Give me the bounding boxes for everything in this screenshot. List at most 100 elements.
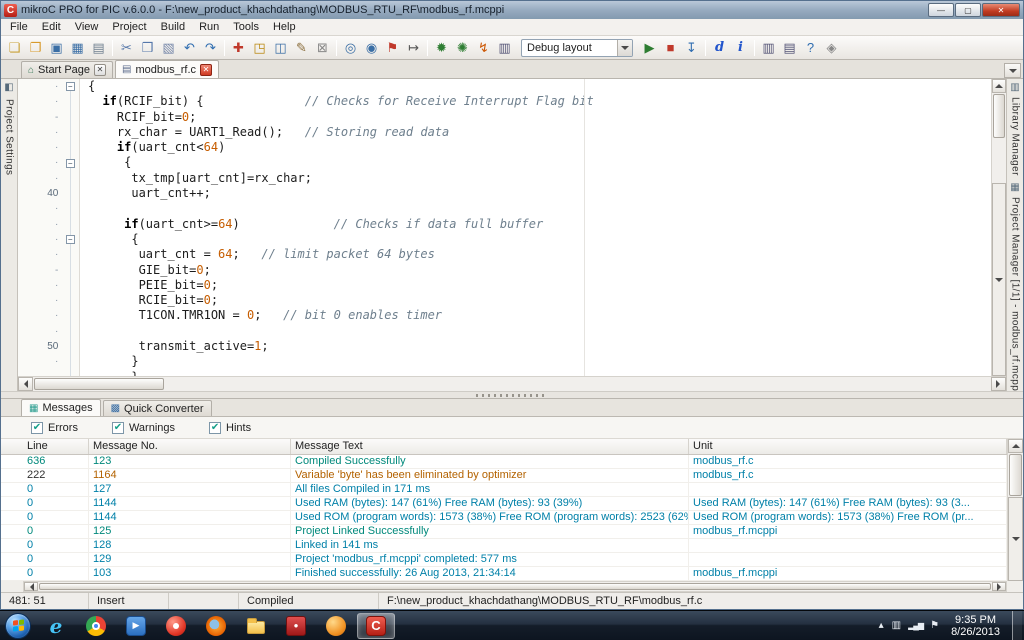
tab-modbus-rf-c[interactable]: ▤ modbus_rf.c ✕ <box>115 60 219 78</box>
taskbar-chrome[interactable] <box>77 613 115 639</box>
show-desktop-button[interactable] <box>1012 611 1022 640</box>
hidden-icons-chevron-icon[interactable]: ▴ <box>879 621 884 631</box>
fold-toggle-icon[interactable]: − <box>66 235 75 244</box>
copy-button[interactable]: ❒ <box>137 38 158 58</box>
run-debugger-button[interactable]: ▶ <box>639 38 660 58</box>
message-row[interactable]: 0127All files Compiled in 171 ms <box>1 483 1007 497</box>
network-icon[interactable]: ▂▄▆ <box>908 622 923 630</box>
code-area[interactable]: ·−{· if(RCIF_bit) { // Checks for Receiv… <box>18 79 991 376</box>
program-button[interactable]: ▥ <box>494 38 515 58</box>
help-button[interactable]: ? <box>800 38 821 58</box>
column-header-message-text[interactable]: Message Text <box>291 439 689 454</box>
undo-button[interactable]: ↶ <box>179 38 200 58</box>
generic-tray-icon[interactable]: ▥ <box>892 621 901 631</box>
close-tab-icon[interactable]: ✕ <box>200 64 212 76</box>
menu-edit[interactable]: Edit <box>35 20 68 34</box>
column-header-message-no-[interactable]: Message No. <box>89 439 291 454</box>
messages-vertical-scrollbar[interactable] <box>1007 439 1023 581</box>
scroll-left-icon[interactable] <box>18 377 33 391</box>
menu-run[interactable]: Run <box>192 20 226 34</box>
redo-button[interactable]: ↷ <box>200 38 221 58</box>
warnings-checkbox[interactable]: ✔ <box>112 422 124 434</box>
step-into-button[interactable]: ↧ <box>681 38 702 58</box>
window-split-button[interactable]: ▥ <box>758 38 779 58</box>
new-file-button[interactable]: ❏ <box>4 38 25 58</box>
editor-horizontal-scrollbar[interactable] <box>18 376 1006 391</box>
errors-checkbox[interactable]: ✔ <box>31 422 43 434</box>
new-project-button[interactable]: ✚ <box>228 38 249 58</box>
horizontal-scroll-thumb[interactable] <box>34 378 164 390</box>
save-file-button[interactable]: ▣ <box>46 38 67 58</box>
scroll-down-icon[interactable] <box>1008 497 1023 581</box>
build-button[interactable]: ✹ <box>431 38 452 58</box>
tab-list-dropdown[interactable] <box>1004 63 1021 78</box>
filter-hints[interactable]: ✔ Hints <box>209 422 251 434</box>
tab-messages[interactable]: ▦ Messages <box>21 399 101 416</box>
goto-line-button[interactable]: ↦ <box>403 38 424 58</box>
stop-debugger-button[interactable]: ■ <box>660 38 681 58</box>
menu-tools[interactable]: Tools <box>226 20 266 34</box>
open-file-button[interactable]: ❐ <box>25 38 46 58</box>
vertical-scroll-thumb[interactable] <box>1009 454 1022 496</box>
debug-layout-combo[interactable]: Debug layout <box>521 39 633 57</box>
column-header-unit[interactable]: Unit <box>689 439 1007 454</box>
scroll-track[interactable] <box>165 377 991 391</box>
message-row[interactable]: 0103Finished successfully: 26 Aug 2013, … <box>1 567 1007 581</box>
save-all-button[interactable]: ▦ <box>67 38 88 58</box>
build-all-button[interactable]: ✺ <box>452 38 473 58</box>
action-center-flag-icon[interactable]: ⚑ <box>930 621 939 631</box>
fold-toggle-icon[interactable]: − <box>66 159 75 168</box>
letter-i-button[interactable]: i <box>730 38 751 58</box>
message-row[interactable]: 2221164Variable 'byte' has been eliminat… <box>1 469 1007 483</box>
vertical-scroll-thumb[interactable] <box>993 94 1005 138</box>
messages-horizontal-scrollbar[interactable] <box>23 581 1007 592</box>
dock-library-manager[interactable]: ▥ Library Manager <box>1010 82 1021 176</box>
taskbar-red-circle-app[interactable] <box>157 613 195 639</box>
bookmark-button[interactable]: ⚑ <box>382 38 403 58</box>
save-project-button[interactable]: ◫ <box>270 38 291 58</box>
filter-warnings[interactable]: ✔ Warnings <box>112 422 175 434</box>
taskbar-clock[interactable]: 9:35 PM 8/26/2013 <box>947 614 1004 638</box>
scroll-up-icon[interactable] <box>1008 439 1023 453</box>
scroll-up-icon[interactable] <box>992 79 1006 93</box>
minimize-button[interactable]: — <box>928 3 954 17</box>
edit-project-button[interactable]: ✎ <box>291 38 312 58</box>
message-row[interactable]: 01144Used ROM (program words): 1573 (38%… <box>1 511 1007 525</box>
taskbar-mikroc[interactable]: C <box>357 613 395 639</box>
fold-toggle-icon[interactable]: − <box>66 82 75 91</box>
taskbar-internet-explorer[interactable]: e <box>37 613 75 639</box>
tab-quick-converter[interactable]: ▩ Quick Converter <box>103 400 212 416</box>
options-button[interactable]: ◈ <box>821 38 842 58</box>
message-row[interactable]: 01144Used RAM (bytes): 147 (61%) Free RA… <box>1 497 1007 511</box>
replace-button[interactable]: ◉ <box>361 38 382 58</box>
horizontal-scroll-thumb[interactable] <box>39 583 991 590</box>
close-tab-icon[interactable]: ✕ <box>94 64 106 76</box>
column-header-line[interactable]: Line <box>23 439 89 454</box>
open-project-button[interactable]: ◳ <box>249 38 270 58</box>
cut-button[interactable]: ✂ <box>116 38 137 58</box>
editor-vertical-scrollbar[interactable] <box>991 79 1006 376</box>
menu-help[interactable]: Help <box>266 20 303 34</box>
scroll-right-icon[interactable] <box>991 377 1006 391</box>
letter-d-button[interactable]: d <box>709 38 730 58</box>
taskbar-firefox[interactable] <box>197 613 235 639</box>
paste-button[interactable]: ▧ <box>158 38 179 58</box>
filter-errors[interactable]: ✔ Errors <box>31 422 78 434</box>
hints-checkbox[interactable]: ✔ <box>209 422 221 434</box>
dock-project-settings[interactable]: ◧ Project Settings <box>1 79 18 391</box>
taskbar-explorer-folder[interactable] <box>237 613 275 639</box>
message-row[interactable]: 636123Compiled Successfullymodbus_rf.c <box>1 455 1007 469</box>
scroll-down-icon[interactable] <box>992 183 1006 376</box>
tab-start-page[interactable]: ⌂ Start Page ✕ <box>21 61 113 78</box>
taskbar-orange-ball-app[interactable] <box>317 613 355 639</box>
panel-splitter[interactable] <box>1 391 1023 399</box>
menu-view[interactable]: View <box>68 20 106 34</box>
print-button[interactable]: ▤ <box>88 38 109 58</box>
find-button[interactable]: ◎ <box>340 38 361 58</box>
scroll-right-icon[interactable] <box>992 582 1006 591</box>
window-layout-button[interactable]: ▤ <box>779 38 800 58</box>
message-row[interactable]: 0125Project Linked Successfullymodbus_rf… <box>1 525 1007 539</box>
scroll-left-icon[interactable] <box>24 582 38 591</box>
close-button[interactable]: ✕ <box>982 3 1020 17</box>
close-project-button[interactable]: ⊠ <box>312 38 333 58</box>
